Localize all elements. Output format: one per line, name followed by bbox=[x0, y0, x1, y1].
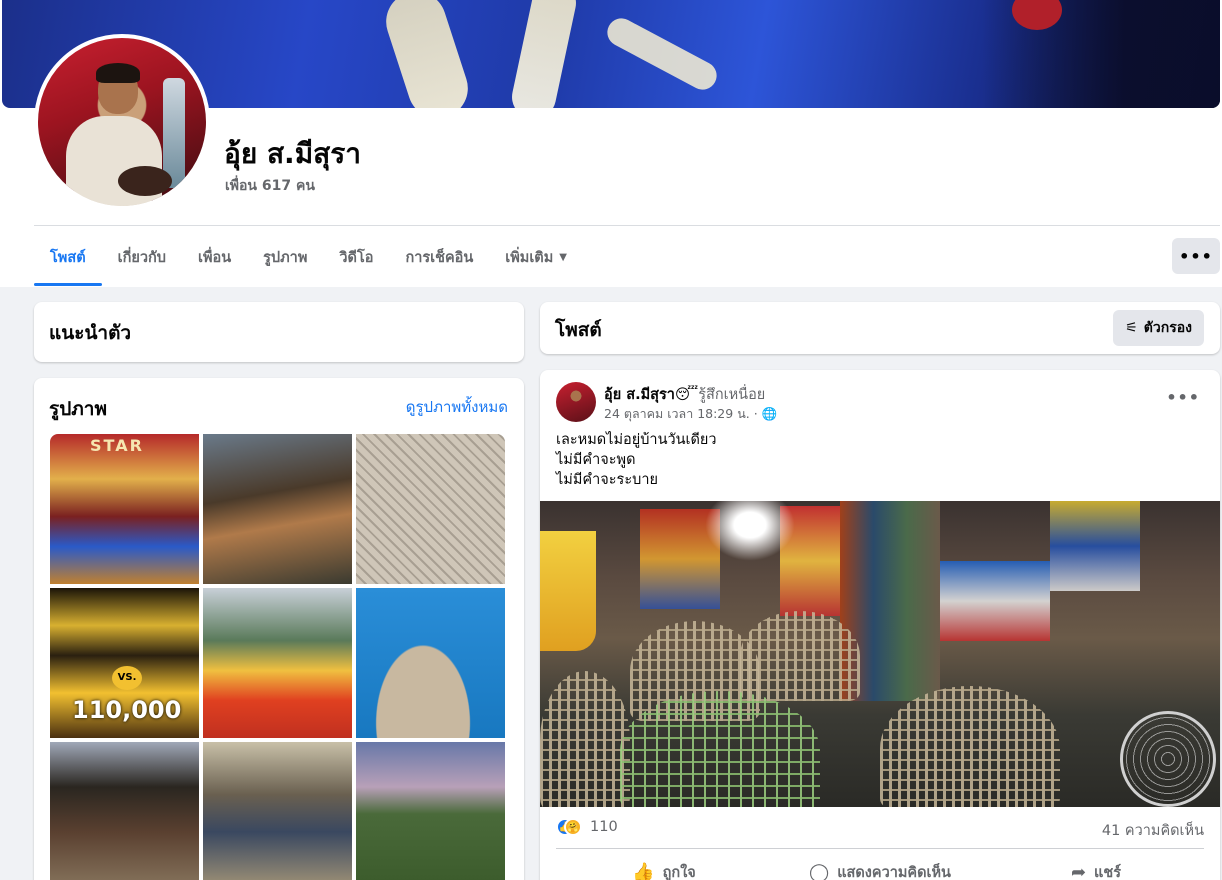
tab-about[interactable]: เกี่ยวกับ bbox=[102, 228, 182, 286]
tab-label: โพสต์ bbox=[50, 249, 86, 266]
more-options-button[interactable]: ••• bbox=[1172, 238, 1220, 274]
tab-label: เกี่ยวกับ bbox=[117, 249, 166, 266]
photo-thumbnail[interactable] bbox=[356, 588, 505, 738]
photo-text: STAR bbox=[90, 436, 144, 455]
share-arrow-icon: ➦ bbox=[1070, 861, 1087, 880]
filter-label: ตัวกรอง bbox=[1143, 320, 1192, 336]
post-timestamp[interactable]: 24 ตุลาคม เวลา 18:29 น. bbox=[604, 406, 750, 421]
profile-name: อุ้ย ส.มีสุรา bbox=[224, 137, 362, 170]
thumbs-up-icon: 👍 bbox=[632, 861, 655, 880]
tab-label: เพิ่มเติม bbox=[505, 249, 554, 266]
post-line: เละหมดไม่อยู่บ้านวันเดียว bbox=[556, 432, 717, 448]
tired-emoji-icon: 😴 bbox=[674, 387, 699, 403]
actions-divider bbox=[556, 848, 1204, 849]
post-text: เละหมดไม่อยู่บ้านวันเดียว ไม่มีคำจะพูด ไ… bbox=[556, 430, 717, 490]
tab-friends[interactable]: เพื่อน bbox=[182, 228, 247, 286]
photos-title: รูปภาพ bbox=[49, 398, 107, 420]
comment-button[interactable]: ◯ แสดงความคิดเห็น bbox=[772, 852, 988, 880]
photo-thumbnail[interactable]: STAR bbox=[50, 434, 199, 584]
photos-card: รูปภาพ ดูรูปภาพทั้งหมด STAR VS. 110,000 bbox=[34, 378, 524, 880]
reaction-count: 110 bbox=[590, 819, 618, 835]
post-author-line: อุ้ย ส.มีสุรา😴รู้สึกเหนื่อย bbox=[604, 383, 765, 406]
photo-lamp bbox=[705, 501, 795, 561]
profile-tabs: โพสต์ เกี่ยวกับ เพื่อน รูปภาพ วิดีโอ การ… bbox=[34, 228, 583, 286]
reaction-summary[interactable]: 👍 🤗 110 bbox=[556, 818, 618, 836]
post-card: อุ้ย ส.มีสุรา😴รู้สึกเหนื่อย 24 ตุลาคม เว… bbox=[540, 370, 1220, 880]
post-line: ไม่มีคำจะระบาย bbox=[556, 472, 658, 488]
care-reaction-icon: 🤗 bbox=[564, 818, 582, 836]
cover-detail bbox=[602, 13, 722, 95]
photo-cage bbox=[620, 691, 820, 807]
tab-label: รูปภาพ bbox=[263, 249, 308, 266]
photo-grid: STAR VS. 110,000 bbox=[50, 434, 507, 880]
posts-header-card: โพสต์ ⚟ ตัวกรอง bbox=[540, 302, 1220, 354]
intro-card: แนะนำตัว bbox=[34, 302, 524, 362]
post-actions: 👍 ถูกใจ ◯ แสดงความคิดเห็น ➦ แชร์ bbox=[556, 852, 1204, 880]
photo-thumbnail[interactable] bbox=[203, 434, 352, 584]
post-author-avatar[interactable] bbox=[556, 382, 596, 422]
see-all-photos-link[interactable]: ดูรูปภาพทั้งหมด bbox=[406, 395, 508, 419]
like-label: ถูกใจ bbox=[662, 864, 696, 880]
post-line: ไม่มีคำจะพูด bbox=[556, 452, 636, 468]
photo-thumbnail[interactable] bbox=[203, 588, 352, 738]
comment-label: แสดงความคิดเห็น bbox=[837, 864, 951, 880]
photo-text: VS. bbox=[112, 666, 142, 690]
comment-bubble-icon: ◯ bbox=[809, 861, 830, 880]
post-photo[interactable] bbox=[540, 501, 1220, 807]
posts-title: โพสต์ bbox=[555, 319, 602, 341]
tab-label: วิดีโอ bbox=[339, 249, 374, 266]
reaction-icons: 👍 🤗 bbox=[556, 818, 582, 836]
header-divider bbox=[34, 225, 1220, 226]
tab-posts[interactable]: โพสต์ bbox=[34, 228, 102, 286]
tab-label: การเช็คอิน bbox=[405, 249, 474, 266]
like-button[interactable]: 👍 ถูกใจ bbox=[556, 852, 772, 880]
photo-fan bbox=[1120, 711, 1216, 807]
tab-checkins[interactable]: การเช็คอิน bbox=[389, 228, 489, 286]
photo-text: 110,000 bbox=[72, 696, 182, 724]
tab-photos[interactable]: รูปภาพ bbox=[247, 228, 323, 286]
photo-banner bbox=[940, 561, 1050, 641]
sliders-icon: ⚟ bbox=[1125, 320, 1138, 336]
caret-down-icon: ▼ bbox=[559, 251, 567, 263]
post-feeling: รู้สึกเหนื่อย bbox=[698, 387, 766, 403]
comment-count[interactable]: 41 ความคิดเห็น bbox=[1102, 819, 1204, 842]
share-label: แชร์ bbox=[1094, 864, 1122, 880]
photo-cage bbox=[540, 671, 630, 807]
photo-thumbnail[interactable]: VS. 110,000 bbox=[50, 588, 199, 738]
friend-count[interactable]: เพื่อน 617 คน bbox=[225, 175, 315, 197]
photo-thumbnail[interactable] bbox=[356, 742, 505, 880]
cover-detail bbox=[507, 0, 581, 108]
post-author-name[interactable]: อุ้ย ส.มีสุรา bbox=[604, 387, 675, 403]
photo-cage bbox=[880, 686, 1060, 807]
photo-thumbnail[interactable] bbox=[356, 434, 505, 584]
avatar-rooster bbox=[118, 166, 172, 196]
post-options-button[interactable]: ••• bbox=[1166, 388, 1200, 407]
avatar-hair bbox=[96, 63, 140, 83]
tab-label: เพื่อน bbox=[197, 249, 232, 266]
photo-banner bbox=[1050, 501, 1140, 591]
filter-button[interactable]: ⚟ ตัวกรอง bbox=[1113, 310, 1204, 346]
tab-more[interactable]: เพิ่มเติม ▼ bbox=[489, 228, 583, 286]
globe-icon: 🌐 bbox=[761, 406, 778, 421]
post-meta: 24 ตุลาคม เวลา 18:29 น. · 🌐 bbox=[604, 406, 778, 421]
share-button[interactable]: ➦ แชร์ bbox=[988, 852, 1204, 880]
photo-thumbnail[interactable] bbox=[203, 742, 352, 880]
cover-detail bbox=[378, 0, 476, 108]
tab-videos[interactable]: วิดีโอ bbox=[323, 228, 389, 286]
photo-thumbnail[interactable] bbox=[50, 742, 199, 880]
photo-cloth bbox=[540, 531, 596, 651]
profile-avatar[interactable] bbox=[34, 34, 210, 210]
profile-header: อุ้ย ส.มีสุรา เพื่อน 617 คน โพสต์ เกี่ยว… bbox=[0, 0, 1222, 287]
intro-title: แนะนำตัว bbox=[49, 322, 132, 344]
